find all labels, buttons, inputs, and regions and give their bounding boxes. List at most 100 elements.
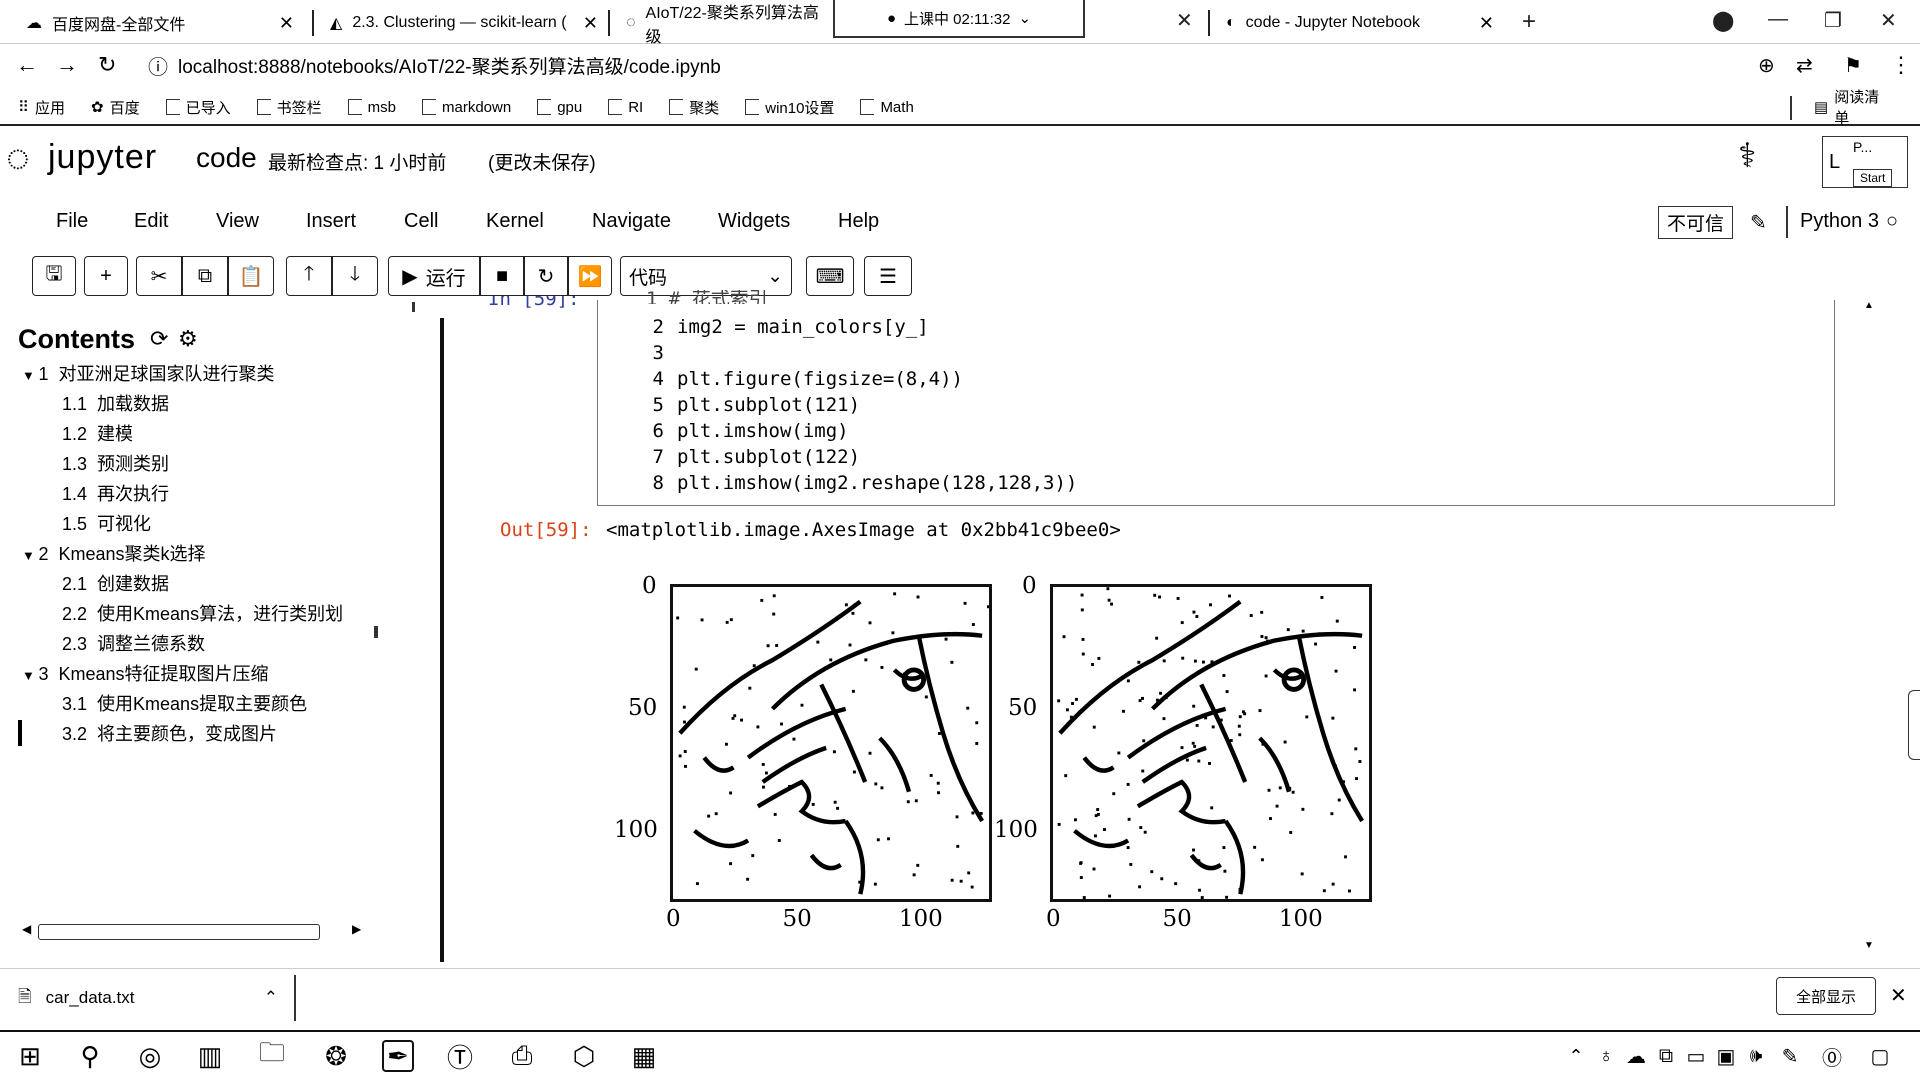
menu-navigate[interactable]: Navigate (592, 210, 671, 233)
notification-icon[interactable]: ▢ (1864, 1040, 1896, 1072)
caret-down-icon[interactable]: ▼ (22, 668, 38, 683)
toc-item[interactable]: ▼ 3 Kmeans特征提取图片压缩 (22, 660, 269, 686)
pencil-icon[interactable]: ✎ (1750, 210, 1767, 235)
zoom-icon[interactable]: ⊕ (1758, 53, 1775, 78)
menu-file[interactable]: File (56, 210, 88, 233)
refresh-icon[interactable]: ⟳ (150, 326, 168, 352)
caret-down-icon[interactable]: ▼ (22, 548, 38, 563)
menu-view[interactable]: View (216, 210, 259, 233)
app-icon[interactable]: ⎙ (506, 1040, 538, 1072)
profile-icon[interactable]: ⬤ (1712, 8, 1734, 33)
close-icon[interactable]: ✕ (1479, 13, 1494, 34)
bookmark-apps[interactable]: ⠿ 应用 (18, 97, 65, 118)
trust-button[interactable]: 不可信 (1658, 206, 1734, 239)
bookmark-folder[interactable]: gpu (537, 99, 582, 116)
toc-item[interactable]: 2.1 创建数据 (62, 570, 169, 596)
info-icon[interactable]: ⓘ (148, 51, 168, 80)
toc-item[interactable]: 3.1 使用Kmeans提取主要颜色 (62, 690, 307, 716)
bookmark-folder[interactable]: 聚类 (669, 97, 719, 118)
resize-handle[interactable] (374, 626, 378, 638)
close-icon[interactable]: ✕ (1176, 8, 1193, 33)
app-icon[interactable]: ❂ (320, 1040, 352, 1072)
menu-insert[interactable]: Insert (306, 210, 356, 233)
toc-button[interactable]: ☰ (864, 256, 912, 296)
move-up-button[interactable]: 🡑 (286, 256, 332, 296)
bookmark-folder[interactable]: msb (347, 99, 396, 116)
bookmark-baidu[interactable]: ✿ 百度 (91, 97, 140, 118)
menu-widgets[interactable]: Widgets (718, 210, 790, 233)
tab-jupyter[interactable]: ◐ code - Jupyter Notebook ✕ (1214, 6, 1504, 40)
run-button[interactable]: ▶ 运行 (388, 256, 480, 296)
start-icon[interactable]: ⊞ (14, 1040, 46, 1072)
volume-icon[interactable]: 🕪 (1740, 1040, 1772, 1072)
menu-edit[interactable]: Edit (134, 210, 168, 233)
menu-icon[interactable]: ⋮ (1890, 52, 1912, 78)
tray-icon[interactable]: ⧉ (1650, 1040, 1682, 1072)
code-line[interactable]: img2 = main_colors[y_] (677, 316, 929, 338)
show-all-button[interactable]: 全部显示 (1776, 977, 1876, 1015)
jupyter-logo-text[interactable]: jupyter (48, 138, 157, 177)
gear-icon[interactable]: ⚙ (178, 326, 198, 352)
close-icon[interactable]: ✕ (583, 13, 598, 34)
interrupt-button[interactable]: ■ (480, 256, 524, 296)
bookmark-folder[interactable]: 书签栏 (256, 97, 322, 118)
toc-item[interactable]: 1.3 预测类别 (62, 450, 169, 476)
save-button[interactable]: 🖫 (32, 256, 76, 296)
tab-baidu[interactable]: ☁ 百度网盘-全部文件 ✕ (14, 6, 304, 40)
bookmark-folder[interactable]: Math (860, 99, 914, 116)
code-line[interactable]: plt.figure(figsize=(8,4)) (677, 368, 963, 390)
minimize-icon[interactable]: — (1768, 8, 1788, 31)
toc-item[interactable]: 1.1 加载数据 (62, 390, 169, 416)
chevron-up-icon[interactable]: ⌃ (264, 988, 278, 1008)
restart-button[interactable]: ↻ (524, 256, 568, 296)
app-icon[interactable]: ▦ (628, 1040, 660, 1072)
pen-app-icon[interactable]: ✒ (382, 1040, 414, 1072)
new-tab-icon[interactable]: + (1522, 8, 1536, 36)
code-line[interactable]: plt.subplot(122) (677, 446, 860, 468)
scroll-left-icon[interactable]: ◀ (22, 922, 31, 936)
toc-item[interactable]: 1.4 再次执行 (62, 480, 169, 506)
sidebar-divider[interactable] (440, 318, 444, 962)
task-view-icon[interactable]: ▥ (194, 1040, 226, 1072)
code-line[interactable]: plt.subplot(121) (677, 394, 860, 416)
typora-icon[interactable]: Ⓣ (444, 1040, 476, 1073)
toc-item[interactable]: 1.2 建模 (62, 420, 133, 446)
insert-cell-button[interactable]: + (84, 256, 128, 296)
menu-kernel[interactable]: Kernel (486, 210, 544, 233)
notebook-name[interactable]: code (196, 142, 257, 174)
toc-item[interactable]: 2.2 使用Kmeans算法，进行类别划 (62, 600, 343, 626)
download-item[interactable]: 🗎 car_data.txt ⌃ (18, 981, 288, 1015)
toc-item[interactable]: 3.2 将主要颜色，变成图片 (62, 720, 277, 746)
file-explorer-icon[interactable]: 🗀 (256, 1037, 288, 1072)
input-method-icon[interactable]: ⓪ (1816, 1040, 1848, 1072)
bookmark-folder[interactable]: win10设置 (745, 97, 834, 118)
code-line[interactable]: plt.imshow(img2.reshape(128,128,3)) (677, 472, 1077, 494)
popup-widget[interactable]: L P... Start (1822, 136, 1908, 188)
horizontal-scrollbar[interactable] (38, 924, 320, 940)
caret-down-icon[interactable]: ▼ (22, 368, 38, 383)
close-window-icon[interactable]: ✕ (1880, 8, 1897, 33)
recording-indicator[interactable]: ● 上课中 02:11:32 ⌄ (833, 0, 1085, 38)
app-icon[interactable]: ⬡ (568, 1040, 600, 1072)
close-download-bar-icon[interactable]: ✕ (1890, 983, 1907, 1008)
restart-run-all-button[interactable]: ⏩ (568, 256, 612, 296)
close-icon[interactable]: ✕ (279, 13, 294, 34)
toc-item[interactable]: ▼ 2 Kmeans聚类k选择 (22, 540, 206, 566)
move-down-button[interactable]: 🡓 (332, 256, 378, 296)
bookmark-folder[interactable]: 已导入 (165, 97, 231, 118)
tray-icon[interactable]: ♁ (1590, 1040, 1622, 1072)
bookmark-folder[interactable]: markdown (421, 99, 511, 116)
paste-button[interactable]: 📋 (228, 256, 274, 296)
url-field[interactable]: localhost:8888/notebooks/AIoT/22-聚类系列算法高… (178, 52, 721, 79)
reload-icon[interactable]: ↻ (98, 52, 116, 78)
tab-aiot[interactable]: ◌ AIoT/22-聚类系列算法高级 (614, 5, 844, 46)
tray-chevron-icon[interactable]: ⌃ (1560, 1040, 1592, 1072)
scroll-down-icon[interactable]: ▼ (1864, 940, 1874, 951)
back-icon[interactable]: ← (16, 52, 38, 78)
toc-item[interactable]: ▼ 1 对亚洲足球国家队进行聚类 (22, 360, 275, 386)
menu-help[interactable]: Help (838, 210, 879, 233)
start-button[interactable]: Start (1853, 169, 1893, 187)
scroll-right-icon[interactable]: ▶ (352, 922, 361, 936)
translate-icon[interactable]: ⇄ (1796, 53, 1813, 78)
cloud-tray-icon[interactable]: ☁ (1620, 1040, 1652, 1072)
